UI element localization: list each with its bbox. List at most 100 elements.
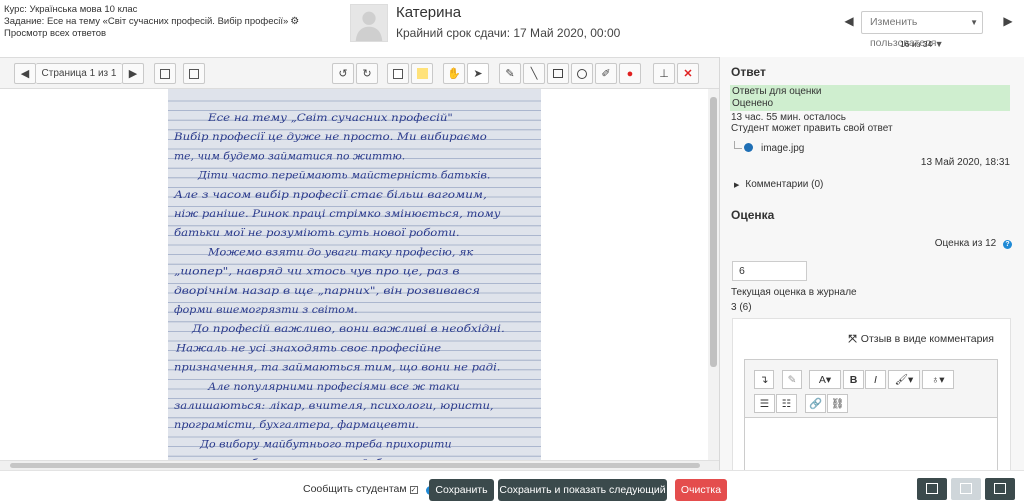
numbered-list-icon: ☷	[781, 397, 792, 410]
save-button[interactable]: Сохранить	[429, 479, 494, 501]
comment-tool-button[interactable]	[387, 63, 409, 84]
current-grade-label: Текущая оценка в журнале	[731, 287, 857, 298]
grade-heading: Оценка	[731, 208, 775, 222]
color-swatch-icon	[416, 68, 428, 79]
link-icon: 🔗	[808, 398, 823, 410]
rotate-left-icon: ↺	[338, 68, 348, 80]
expand-button[interactable]	[183, 63, 205, 84]
unlink-button[interactable]: ⛓	[827, 394, 848, 413]
pen-icon: ✎	[505, 68, 515, 80]
italic-button[interactable]: I	[865, 370, 886, 389]
pencil-icon: ✎	[787, 373, 797, 386]
expand-arrows-icon: ⤧	[848, 333, 857, 345]
editor-toolbar: ↴ ✎ A▾ B I 🖌▾ ♁▾ ☰ ☷ 🔗 ⛓	[745, 360, 997, 418]
handwritten-line: Нажаль не усі знаходять своє професійне	[175, 342, 441, 354]
search-comments-button[interactable]	[154, 63, 176, 84]
layout-default-button[interactable]	[951, 478, 981, 500]
handwritten-line: те, чим будемо займатися по життю.	[174, 150, 405, 162]
bold-icon: B	[849, 373, 858, 386]
comments-label: Комментарии (0)	[745, 179, 824, 190]
action-bar: Сообщить студентам ✓ ? Сохранить Сохрани…	[0, 470, 1024, 503]
course-link[interactable]: Курс: Українська мова 10 клас	[4, 4, 299, 16]
assignment-info: Курс: Українська мова 10 клас Задание: Е…	[4, 4, 299, 40]
file-icon	[744, 143, 753, 152]
comments-toggle[interactable]: ▶ Комментарии (0)	[734, 179, 823, 190]
feedback-toggle-label: Отзыв в виде комментария	[860, 333, 994, 345]
handwritten-line: Есе на тему „Світ сучасних професій"	[207, 112, 453, 124]
layout-right-icon	[994, 483, 1006, 494]
document-viewer[interactable]: Есе на тему „Світ сучасних професій" Вибі…	[0, 89, 719, 460]
filter-icon[interactable]: ▼	[935, 39, 944, 49]
handwritten-line: Але популярними професіями все ж таки	[207, 381, 460, 393]
layout-left-icon	[926, 483, 938, 494]
handwritten-line: батьки мої не розуміють суть нової робот…	[174, 227, 460, 239]
previous-user-icon[interactable]: ◀	[843, 14, 855, 28]
answer-heading: Ответ	[731, 65, 766, 79]
layout-collapse-review-button[interactable]	[917, 478, 947, 500]
handwritten-essay: Есе на тему „Світ сучасних професій" Вибі…	[168, 89, 541, 460]
submission-page-image[interactable]: Есе на тему „Світ сучасних професій" Вибі…	[168, 89, 541, 460]
feedback-comments-box: ⤧ Отзыв в виде комментария ↴ ✎ A▾ B I 🖌▾ …	[732, 318, 1011, 470]
grading-panel: Ответ Ответы для оценки Оценено 13 час. …	[720, 57, 1024, 470]
handwritten-line: До вибору майбутнього треба прихорити	[199, 438, 452, 450]
help-icon[interactable]: ?	[1003, 240, 1012, 249]
previous-page-button[interactable]: ◀	[14, 63, 36, 84]
assignment-link[interactable]: Задание: Есе на тему «Світ сучасних проф…	[4, 16, 288, 27]
insert-media-button[interactable]: ♁▾	[922, 370, 954, 389]
numbered-list-button[interactable]: ☷	[776, 394, 797, 413]
handwritten-line: призначення, та займаються тим, що вони …	[174, 362, 500, 374]
next-page-icon: ▶	[128, 68, 138, 80]
select-tool-button[interactable]: ➤	[467, 63, 489, 84]
handwritten-line: „шопер", навряд чи хтось чув про це, раз…	[174, 266, 460, 278]
highlight-color-button[interactable]: 🖌▾	[888, 370, 920, 389]
due-date: Крайний срок сдачи: 17 Май 2020, 00:00	[396, 26, 621, 40]
edit-button[interactable]: ✎	[782, 370, 802, 389]
bold-button[interactable]: B	[843, 370, 864, 389]
pan-tool-button[interactable]: ✋	[443, 63, 465, 84]
link-button[interactable]: 🔗	[805, 394, 826, 413]
stamp-tool-button[interactable]: ⊥	[653, 63, 675, 84]
highlight-tool-button[interactable]: ✐	[595, 63, 617, 84]
next-page-button[interactable]: ▶	[122, 63, 144, 84]
gear-icon[interactable]: ⚙	[290, 16, 299, 28]
annotation-color-button[interactable]: ●	[619, 63, 641, 84]
highlighter-icon: ✐	[601, 68, 611, 80]
handwritten-line: залишаються: лікар, вчителя, психологи, …	[174, 400, 494, 412]
oval-tool-button[interactable]	[571, 63, 593, 84]
can-edit-status: Студент может править свой ответ	[731, 123, 893, 134]
toolbar-toggle-button[interactable]: ↴	[754, 370, 774, 389]
file-link[interactable]: image.jpg	[761, 143, 804, 154]
line-icon: ╲	[530, 68, 538, 80]
handwritten-line: Можемо взяти до уваги таку професію, як	[207, 246, 474, 258]
student-name[interactable]: Катерина	[396, 4, 620, 21]
comment-color-button[interactable]	[411, 63, 433, 84]
handwritten-line: Діти часто переймають майстерність батьк…	[197, 170, 490, 182]
rectangle-tool-button[interactable]	[547, 63, 569, 84]
change-user-select[interactable]: Изменить пользователя ▼	[861, 11, 983, 49]
handwritten-line: ніж раніше. Ринок праці стрімко змінюєть…	[174, 208, 501, 220]
next-user-icon[interactable]: ▶	[1002, 14, 1014, 28]
rotate-right-button[interactable]: ↻	[356, 63, 378, 84]
pen-tool-button[interactable]: ✎	[499, 63, 521, 84]
feedback-fullscreen-toggle[interactable]: ⤧ Отзыв в виде комментария	[848, 333, 994, 346]
font-style-icon: A▾	[818, 373, 832, 386]
reset-button[interactable]: Очистка	[675, 479, 727, 501]
grade-input[interactable]: 6	[732, 261, 807, 281]
view-all-submissions-link[interactable]: Просмотр всех ответов	[4, 28, 299, 40]
vertical-scrollbar[interactable]	[708, 89, 719, 460]
horizontal-scrollbar[interactable]	[0, 460, 719, 470]
stamp-picker-button[interactable]: ✕	[677, 63, 699, 84]
file-date: 13 Май 2020, 18:31	[920, 157, 1010, 168]
save-and-next-button[interactable]: Сохранить и показать следующий	[498, 479, 667, 501]
notify-students-checkbox[interactable]: ✓	[409, 486, 418, 494]
avatar[interactable]	[350, 4, 388, 42]
bullet-list-button[interactable]: ☰	[754, 394, 775, 413]
font-style-button[interactable]: A▾	[809, 370, 841, 389]
close-icon: ✕	[683, 68, 693, 80]
page-indicator[interactable]: Страница 1 из 1	[36, 63, 122, 84]
unlink-icon: ⛓	[830, 398, 845, 410]
layout-collapse-grade-button[interactable]	[985, 478, 1015, 500]
rotate-left-button[interactable]: ↺	[332, 63, 354, 84]
line-tool-button[interactable]: ╲	[523, 63, 545, 84]
feedback-editor: ↴ ✎ A▾ B I 🖌▾ ♁▾ ☰ ☷ 🔗 ⛓	[744, 359, 998, 470]
